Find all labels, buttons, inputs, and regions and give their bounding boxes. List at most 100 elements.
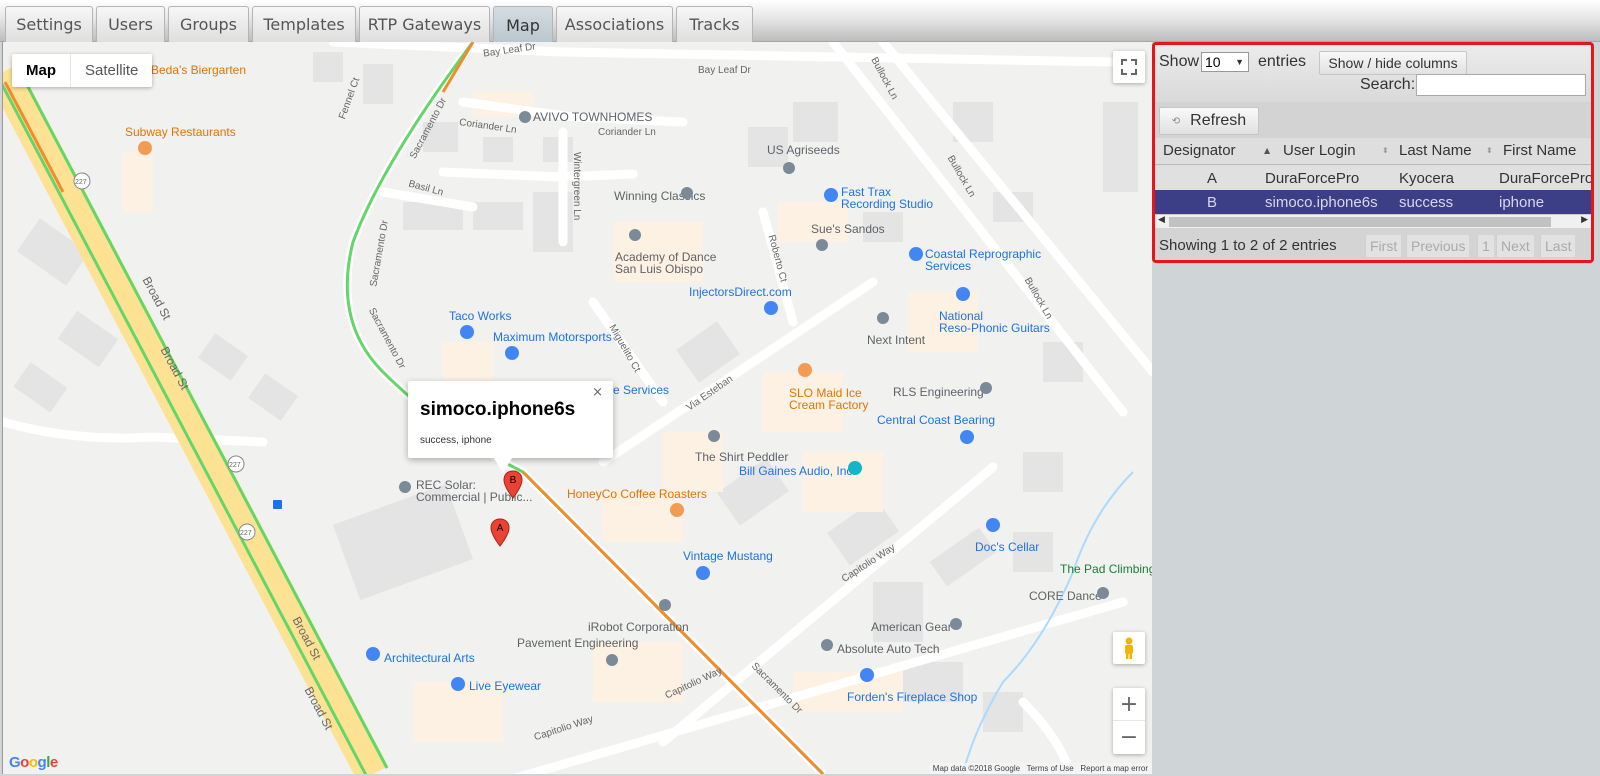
poi-label[interactable]: RLS Engineering xyxy=(893,386,984,399)
music-pin-icon[interactable] xyxy=(847,460,863,476)
place-pin-icon[interactable] xyxy=(397,479,413,495)
poi-label[interactable]: Maximum Motorsports xyxy=(493,331,612,344)
poi-label[interactable]: Next Intent xyxy=(867,334,925,347)
show-hide-columns-button[interactable]: Show / hide columns xyxy=(1319,51,1467,75)
place-pin-icon[interactable] xyxy=(978,380,994,396)
horizontal-scrollbar[interactable]: ◀ ▶ xyxy=(1155,214,1591,228)
shopping-pin-icon[interactable] xyxy=(504,345,520,361)
poi-label[interactable]: Cream Factory xyxy=(789,399,868,412)
tab-rtp-gateways[interactable]: RTP Gateways xyxy=(359,6,490,42)
poi-label[interactable]: Doc's Cellar xyxy=(975,541,1039,554)
map-type-map-button[interactable]: Map xyxy=(12,54,71,87)
shopping-pin-icon[interactable] xyxy=(763,300,779,316)
pagination-first[interactable]: First xyxy=(1365,235,1402,257)
close-icon[interactable]: × xyxy=(592,385,603,400)
poi-label[interactable]: Beda's Biergarten xyxy=(151,64,246,77)
place-pin-icon[interactable] xyxy=(706,428,722,444)
restaurant-pin-icon[interactable] xyxy=(797,362,813,378)
shopping-pin-icon[interactable] xyxy=(823,187,839,203)
poi-label[interactable]: Pavement Engineering xyxy=(517,637,638,650)
poi-label[interactable]: The Pad Climbing xyxy=(1060,563,1152,576)
table-row[interactable]: A DuraForcePro Kyocera DuraForcePro xyxy=(1155,166,1591,190)
place-pin-icon[interactable] xyxy=(948,616,964,632)
shopping-pin-icon[interactable] xyxy=(908,246,924,262)
place-pin-icon[interactable] xyxy=(781,160,797,176)
place-pin-icon[interactable] xyxy=(819,637,835,653)
pagination-previous[interactable]: Previous xyxy=(1406,235,1470,257)
restaurant-pin-icon[interactable] xyxy=(137,140,153,156)
shopping-pin-icon[interactable] xyxy=(959,429,975,445)
zoom-in-button[interactable]: + xyxy=(1113,688,1145,721)
shopping-pin-icon[interactable] xyxy=(859,667,875,683)
tab-settings[interactable]: Settings xyxy=(5,6,93,42)
shopping-pin-icon[interactable] xyxy=(365,646,381,662)
entries-per-page-select[interactable]: 10 ▼ xyxy=(1201,52,1249,72)
report-map-error-link[interactable]: Report a map error xyxy=(1080,764,1148,773)
poi-label[interactable]: Reso-Phonic Guitars xyxy=(939,322,1050,335)
place-pin-icon[interactable] xyxy=(657,597,673,613)
search-input[interactable] xyxy=(1416,74,1586,96)
tab-associations[interactable]: Associations xyxy=(556,6,673,42)
scroll-right-icon[interactable]: ▶ xyxy=(1581,215,1588,225)
refresh-button[interactable]: ⟲ Refresh xyxy=(1159,107,1259,135)
poi-label[interactable]: Sue's Sandos xyxy=(811,223,885,236)
table-row-selected[interactable]: B simoco.iphone6s success iphone xyxy=(1155,190,1591,214)
pagination-page-1[interactable]: 1 xyxy=(1477,235,1494,257)
poi-label[interactable]: Services xyxy=(925,260,971,273)
pagination-next[interactable]: Next xyxy=(1496,235,1534,257)
column-header-designator[interactable]: Designator xyxy=(1163,142,1236,159)
pagination-last[interactable]: Last xyxy=(1540,235,1576,257)
place-pin-icon[interactable] xyxy=(679,185,695,201)
shopping-pin-icon[interactable] xyxy=(985,517,1001,533)
tab-tracks[interactable]: Tracks xyxy=(676,6,753,42)
place-pin-icon[interactable] xyxy=(875,310,891,326)
column-header-user-login[interactable]: User Login xyxy=(1283,142,1356,159)
place-pin-icon[interactable] xyxy=(1095,585,1111,601)
poi-label[interactable]: InjectorsDirect.com xyxy=(689,286,792,299)
tab-map[interactable]: Map xyxy=(493,6,553,43)
place-pin-icon[interactable] xyxy=(627,227,643,243)
poi-label[interactable]: Vintage Mustang xyxy=(683,550,773,563)
poi-label[interactable]: HoneyCo Coffee Roasters xyxy=(567,488,707,501)
poi-label[interactable]: Taco Works xyxy=(449,310,511,323)
poi-label[interactable]: iRobot Corporation xyxy=(588,621,689,634)
street-view-button[interactable] xyxy=(1113,632,1145,664)
map-view[interactable]: Bay Leaf Dr Bay Leaf Dr Fennel Ct Sacram… xyxy=(2,42,1152,774)
poi-label[interactable]: Subway Restaurants xyxy=(125,126,236,139)
restaurant-pin-icon[interactable] xyxy=(669,502,685,518)
poi-label[interactable]: AVIVO TOWNHOMES xyxy=(533,111,652,124)
poi-label[interactable]: US Agriseeds xyxy=(767,144,840,157)
poi-label[interactable]: Central Coast Bearing xyxy=(877,414,995,427)
map-type-satellite-button[interactable]: Satellite xyxy=(71,54,152,87)
fullscreen-button[interactable] xyxy=(1113,51,1145,83)
poi-label[interactable]: Bill Gaines Audio, Inc xyxy=(739,465,852,478)
zoom-out-button[interactable]: − xyxy=(1113,721,1145,754)
poi-label[interactable]: Forden's Fireplace Shop xyxy=(847,691,977,704)
poi-label[interactable]: American Gear xyxy=(871,621,952,634)
shopping-pin-icon[interactable] xyxy=(450,676,466,692)
poi-label[interactable]: Architectural Arts xyxy=(384,652,475,665)
scroll-left-icon[interactable]: ◀ xyxy=(1158,215,1165,225)
poi-label[interactable]: Live Eyewear xyxy=(469,680,541,693)
poi-label[interactable]: e Services xyxy=(613,384,669,397)
column-header-last-name[interactable]: Last Name xyxy=(1399,142,1472,159)
shopping-pin-icon[interactable] xyxy=(955,286,971,302)
poi-label[interactable]: CORE Dance xyxy=(1029,590,1102,603)
scrollbar-thumb[interactable] xyxy=(1169,217,1551,227)
poi-label[interactable]: Recording Studio xyxy=(841,198,933,211)
tab-groups[interactable]: Groups xyxy=(168,6,249,42)
shopping-pin-icon[interactable] xyxy=(459,324,475,340)
poi-label[interactable]: Absolute Auto Tech xyxy=(837,643,940,656)
tab-templates[interactable]: Templates xyxy=(252,6,356,42)
place-pin-icon[interactable] xyxy=(517,109,533,125)
place-pin-icon[interactable] xyxy=(604,652,620,668)
shopping-pin-icon[interactable] xyxy=(695,565,711,581)
map-marker-b[interactable]: B xyxy=(503,470,523,500)
place-pin-icon[interactable] xyxy=(814,237,830,253)
tab-users[interactable]: Users xyxy=(96,6,165,42)
terms-of-use-link[interactable]: Terms of Use xyxy=(1027,764,1074,773)
column-header-first-name[interactable]: First Name xyxy=(1503,142,1576,159)
poi-label[interactable]: The Shirt Peddler xyxy=(695,451,788,464)
map-marker-a[interactable]: A xyxy=(490,518,510,548)
poi-label[interactable]: San Luis Obispo xyxy=(615,263,703,276)
